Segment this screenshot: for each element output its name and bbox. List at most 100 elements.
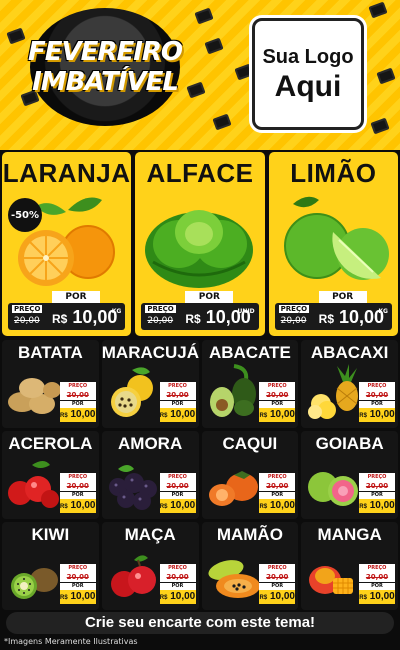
product-name: AMORA xyxy=(118,434,183,453)
flyer: FEVEREIRO IMBATÍVEL Sua Logo Aqui LARANJ… xyxy=(0,0,400,650)
price-label: PREÇO xyxy=(359,382,395,390)
current-price: R$ 10,00 xyxy=(359,590,395,604)
product-card-maracuja: MARACUJÁ PREÇO 20,00 POR R$ 10,00 xyxy=(101,340,199,428)
header-banner: FEVEREIRO IMBATÍVEL Sua Logo Aqui xyxy=(0,0,400,150)
currency: R$ xyxy=(159,595,168,601)
featured-name: LIMÃO xyxy=(290,158,377,188)
por-label: POR xyxy=(259,492,296,499)
product-card-abacate: ABACATE PREÇO 20,00 POR R$ 10,00 xyxy=(201,340,299,428)
headline-badge: FEVEREIRO IMBATÍVEL xyxy=(28,8,183,126)
product-card-manga: MANGA PREÇO 20,00 POR R$ 10,00 xyxy=(301,522,398,610)
price-label: PREÇO xyxy=(59,564,96,572)
price-label: PREÇO xyxy=(278,305,310,313)
current-price: R$ 10,00 xyxy=(59,590,96,604)
product-card-caqui: CAQUI PREÇO 20,00 POR R$ 10,00 xyxy=(201,431,299,519)
price-value: 10,00 xyxy=(70,591,96,602)
cube-decoration-icon xyxy=(6,27,26,45)
current-price: R$ 10,00 xyxy=(359,408,395,422)
current-price: R$ 10,00 xyxy=(59,499,96,513)
por-label: POR xyxy=(359,401,395,408)
por-label: POR xyxy=(259,401,296,408)
currency: R$ xyxy=(60,595,68,601)
por-label: POR xyxy=(59,492,96,499)
product-name: GOIABA xyxy=(315,434,384,453)
price-value: 10,00 xyxy=(339,307,385,327)
cube-decoration-icon xyxy=(370,117,390,135)
headline-line1: FEVEREIRO xyxy=(28,37,183,67)
price-tag: PREÇO 20,00 POR R$ 10,00 xyxy=(159,382,196,422)
featured-name: LARANJA xyxy=(2,158,131,188)
headline-line2: IMBATÍVEL xyxy=(32,67,179,97)
featured-card-limao: LIMÃO POR PREÇO 20,00 R$ 10,00 KG xyxy=(268,152,398,336)
lime-icon xyxy=(283,196,389,280)
product-name: MAÇA xyxy=(124,525,176,544)
avocado-icon xyxy=(209,364,256,417)
current-price: R$ 10,00 xyxy=(259,499,296,513)
por-label: POR xyxy=(59,583,96,590)
price-label: PREÇO xyxy=(159,382,196,390)
current-price: R$ 10,00 xyxy=(159,499,196,513)
featured-card-alface: ALFACE POR PREÇO 20,00 R$ 10,00 UNID xyxy=(135,152,265,336)
price-value: 10,00 xyxy=(170,409,196,420)
featured-products: LARANJA -50% POR PREÇO 20,00 R$ 10,00 KG… xyxy=(0,152,400,336)
currency: R$ xyxy=(359,504,367,510)
passionfruit-icon xyxy=(110,367,153,417)
price-label: PREÇO xyxy=(259,564,296,572)
current-price: R$ 10,00 xyxy=(159,408,196,422)
por-label: POR xyxy=(259,583,296,590)
old-price: 20,00 xyxy=(259,481,296,491)
product-name: MARACUJÁ xyxy=(101,343,199,362)
product-name: MAMÃO xyxy=(216,525,283,544)
por-label: POR xyxy=(159,492,196,499)
por-label: POR xyxy=(359,492,395,499)
mango-icon xyxy=(309,566,354,594)
product-card-goiaba: GOIABA PREÇO 20,00 POR R$ 10,00 xyxy=(301,431,398,519)
price-tag: PREÇO 20,00 POR R$ 10,00 xyxy=(59,564,96,604)
product-name: ACEROLA xyxy=(8,434,93,453)
old-price: 20,00 xyxy=(14,316,40,326)
price-value: 10,00 xyxy=(269,591,295,602)
price-tag: PREÇO 20,00 POR R$ 10,00 xyxy=(359,564,395,604)
price-label: PREÇO xyxy=(259,382,296,390)
price-value: 10,00 xyxy=(369,409,395,420)
current-price: R$ 10,00 xyxy=(259,408,296,422)
old-price: 20,00 xyxy=(59,572,96,582)
old-price: 20,00 xyxy=(259,572,296,582)
papaya-icon xyxy=(207,560,260,598)
cube-decoration-icon xyxy=(204,37,224,55)
pineapple-icon xyxy=(308,364,359,419)
price-tag: PREÇO 20,00 POR R$ 10,00 xyxy=(359,473,395,513)
product-card-acerola: ACEROLA PREÇO 20,00 POR R$ 10,00 xyxy=(2,431,99,519)
price-tag: PREÇO 20,00 POR R$ 10,00 xyxy=(59,382,96,422)
guava-icon xyxy=(308,472,359,506)
product-grid: BATATA PREÇO 20,00 POR R$ 10,00 MARACUJÁ xyxy=(2,340,398,610)
price-tag: PREÇO 20,00 R$ 10,00 KG xyxy=(274,303,392,330)
product-name: CAQUI xyxy=(222,434,278,453)
cta-banner[interactable]: Crie seu encarte com este tema! xyxy=(6,612,394,634)
disclaimer-note: *Imagens Meramente Ilustrativas xyxy=(4,637,138,646)
old-price: 20,00 xyxy=(359,390,395,400)
currency: R$ xyxy=(60,504,68,510)
product-name: KIWI xyxy=(31,525,70,544)
cube-decoration-icon xyxy=(368,1,388,19)
price-label: PREÇO xyxy=(159,473,196,481)
unit-label: KG xyxy=(111,308,122,315)
cube-decoration-icon xyxy=(212,113,232,131)
price-tag: PREÇO 20,00 POR R$ 10,00 xyxy=(359,382,395,422)
current-price: R$ 10,00 xyxy=(259,590,296,604)
price-tag: PREÇO 20,00 POR R$ 10,00 xyxy=(259,382,296,422)
currency: R$ xyxy=(259,413,268,419)
currency: R$ xyxy=(52,312,68,326)
apple-icon xyxy=(110,555,156,597)
price-label: PREÇO xyxy=(145,305,176,313)
cube-decoration-icon xyxy=(194,7,214,25)
persimmon-icon xyxy=(208,471,258,506)
current-price: R$ 10,00 xyxy=(319,307,384,328)
price-value: 10,00 xyxy=(269,500,295,511)
potato-icon xyxy=(8,378,61,414)
por-label: POR xyxy=(185,291,234,303)
por-label: POR xyxy=(52,291,100,303)
featured-card-laranja: LARANJA -50% POR PREÇO 20,00 R$ 10,00 KG xyxy=(2,152,132,336)
product-card-mamao: MAMÃO PREÇO 20,00 POR R$ 10,00 xyxy=(201,522,299,610)
price-tag: PREÇO 20,00 R$ 10,00 UNID xyxy=(141,303,259,330)
